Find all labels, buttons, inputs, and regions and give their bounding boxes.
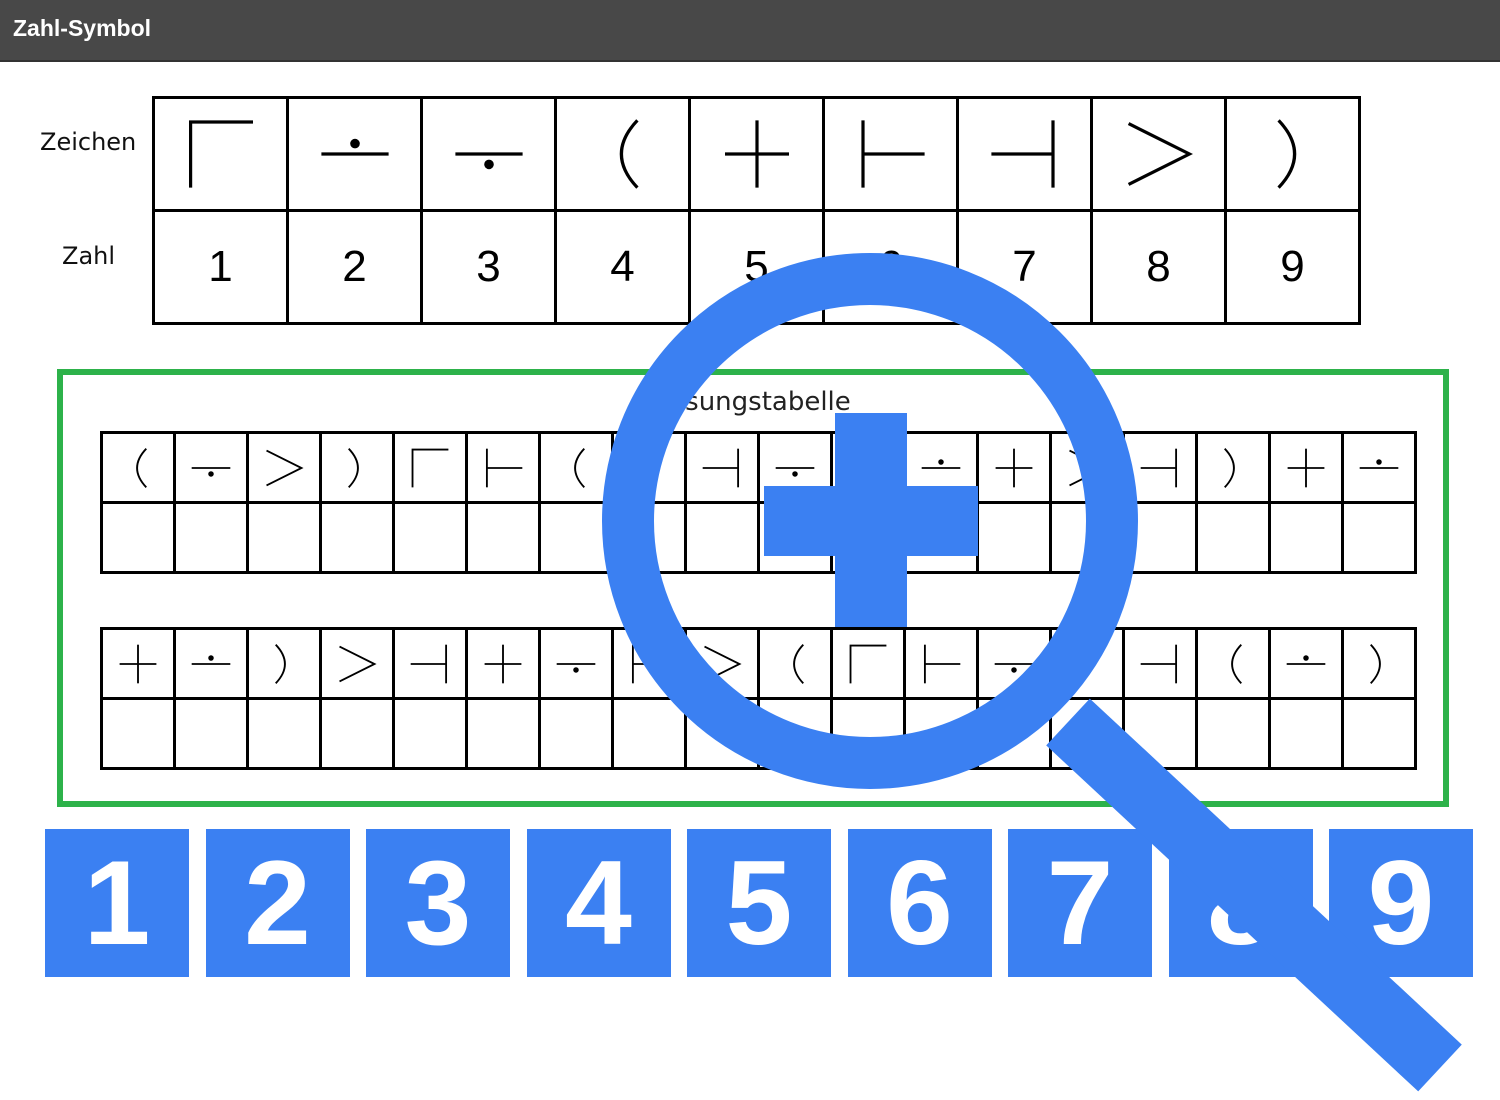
zoom-overlay (0, 0, 1500, 1095)
zoom-in-magnifier-icon[interactable] (602, 253, 1462, 1092)
